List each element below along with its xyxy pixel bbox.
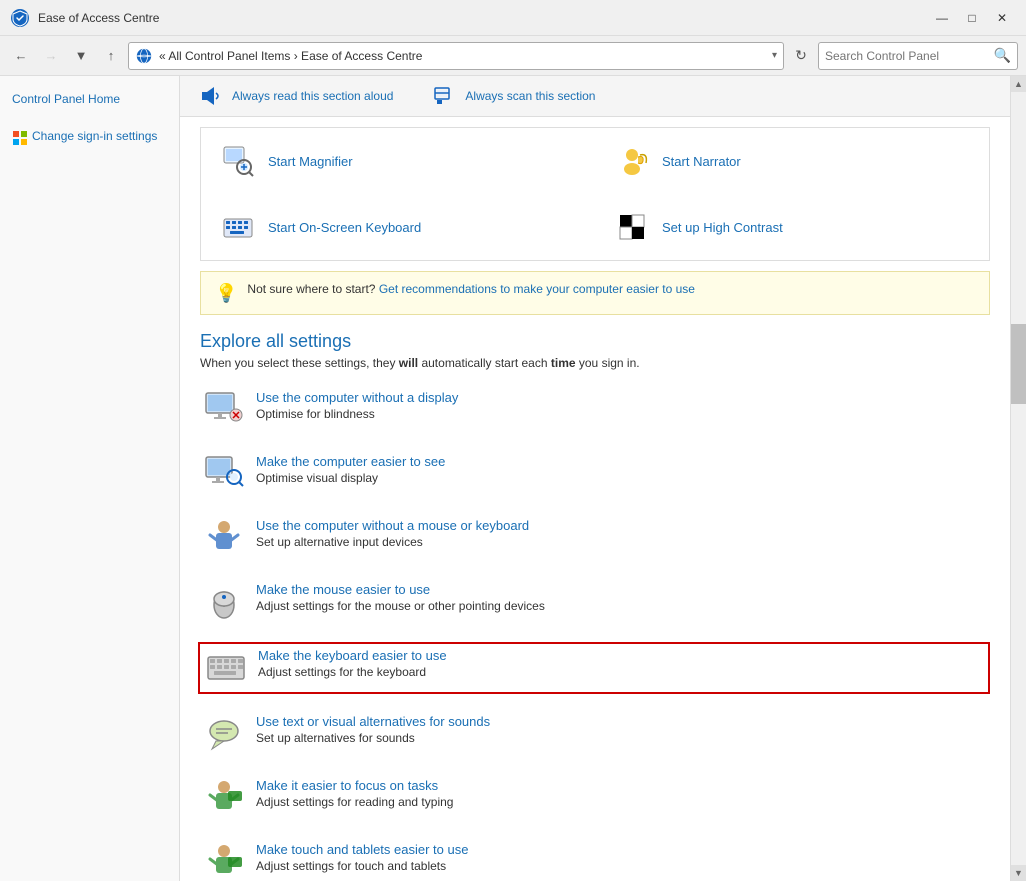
high-contrast-icon [612,207,652,247]
focus-tasks-desc: Adjust settings for reading and typing [256,795,453,809]
setting-touch-tablets-content: Make touch and tablets easier to use Adj… [256,842,468,873]
no-display-link[interactable]: Use the computer without a display [256,390,458,405]
setting-text-visual: Use text or visual alternatives for soun… [200,710,990,758]
start-magnifier-item[interactable]: Start Magnifier [201,128,595,194]
start-keyboard-label: Start On-Screen Keyboard [268,220,421,235]
keyboard-easier-link[interactable]: Make the keyboard easier to use [258,648,447,663]
explore-section: Explore all settings When you select the… [180,331,1010,881]
maximize-button[interactable]: □ [958,7,986,29]
scan-icon [433,84,457,108]
lightbulb-icon: 💡 [215,283,237,304]
keyboard-icon [218,207,258,247]
person-icon [204,518,244,558]
always-read-label: Always read this section aloud [232,89,393,103]
always-read-item[interactable]: Always read this section aloud [200,84,393,108]
nav-bar: ← → ▼ ↑ « All Control Panel Items › Ease… [0,36,1026,76]
mouse-easier-link[interactable]: Make the mouse easier to use [256,582,545,597]
setup-high-contrast-item[interactable]: Set up High Contrast [595,194,989,260]
scrollbar[interactable]: ▲ ▼ [1010,76,1026,881]
magnifier-icon [218,141,258,181]
text-visual-link[interactable]: Use text or visual alternatives for soun… [256,714,490,729]
setting-no-mouse: Use the computer without a mouse or keyb… [200,514,990,562]
setting-text-visual-content: Use text or visual alternatives for soun… [256,714,490,745]
scroll-track [1011,92,1026,865]
setting-touch-tablets: Make touch and tablets easier to use Adj… [200,838,990,881]
up-button[interactable]: ↑ [98,43,124,69]
top-section: Always read this section aloud Always sc… [180,76,1010,117]
scroll-up-button[interactable]: ▲ [1011,76,1026,92]
sidebar-item-control-panel-home[interactable]: Control Panel Home [0,88,179,110]
keyboard-easier-desc: Adjust settings for the keyboard [258,665,447,679]
setting-keyboard-easier: Make the keyboard easier to use Adjust s… [198,642,990,694]
search-bar: 🔍 [818,42,1018,70]
text-visual-desc: Set up alternatives for sounds [256,731,490,745]
setting-no-display-content: Use the computer without a display Optim… [256,390,458,421]
start-narrator-item[interactable]: Start Narrator [595,128,989,194]
speaker-icon [200,84,224,108]
windows-logo-icon [12,130,28,146]
explore-title: Explore all settings [200,331,990,352]
magnifier-search-icon [204,454,244,494]
setting-focus-tasks-content: Make it easier to focus on tasks Adjust … [256,778,453,809]
focus-tasks-link[interactable]: Make it easier to focus on tasks [256,778,453,793]
explore-subtitle: When you select these settings, they wil… [200,356,990,370]
title-bar-controls: — □ ✕ [928,7,1016,29]
monitor-icon [204,390,244,430]
setting-easier-to-see: Make the computer easier to see Optimise… [200,450,990,498]
title-bar-left: Ease of Access Centre [10,8,159,28]
app-icon [10,8,30,28]
content-area: Always read this section aloud Always sc… [180,76,1010,881]
start-magnifier-label: Start Magnifier [268,154,353,169]
address-bar: « All Control Panel Items › Ease of Acce… [128,42,784,70]
tip-box: 💡 Not sure where to start? Get recommend… [200,271,990,315]
setting-no-display: Use the computer without a display Optim… [200,386,990,434]
close-button[interactable]: ✕ [988,7,1016,29]
touch-tablets-link[interactable]: Make touch and tablets easier to use [256,842,468,857]
minimize-button[interactable]: — [928,7,956,29]
easier-to-see-desc: Optimise visual display [256,471,445,485]
scroll-thumb[interactable] [1011,324,1026,404]
touch-tablets-desc: Adjust settings for touch and tablets [256,859,468,873]
setting-keyboard-easier-content: Make the keyboard easier to use Adjust s… [258,648,447,679]
no-mouse-link[interactable]: Use the computer without a mouse or keyb… [256,518,529,533]
always-scan-item[interactable]: Always scan this section [433,84,595,108]
person-green-icon [204,778,244,818]
setting-easier-to-see-content: Make the computer easier to see Optimise… [256,454,445,485]
no-mouse-desc: Set up alternative input devices [256,535,529,549]
keyboard2-icon [206,648,246,688]
forward-button: → [38,43,64,69]
sidebar-item-change-signin[interactable]: Change sign-in settings [32,129,157,143]
narrator-icon [612,141,652,181]
search-input[interactable] [825,49,990,63]
sidebar: Control Panel Home Change sign-in settin… [0,76,180,881]
setting-mouse-easier: Make the mouse easier to use Adjust sett… [200,578,990,626]
setting-mouse-easier-content: Make the mouse easier to use Adjust sett… [256,582,545,613]
title-bar: Ease of Access Centre — □ ✕ [0,0,1026,36]
person-touch-icon [204,842,244,881]
mouse-easier-desc: Adjust settings for the mouse or other p… [256,599,545,613]
address-dropdown[interactable]: ▾ [772,50,777,61]
tip-text: Not sure where to start? Get recommendat… [247,282,695,296]
scroll-down-button[interactable]: ▼ [1011,865,1026,881]
refresh-button[interactable]: ↻ [788,43,814,69]
no-display-desc: Optimise for blindness [256,407,458,421]
recent-pages-button[interactable]: ▼ [68,43,94,69]
setup-high-contrast-label: Set up High Contrast [662,220,783,235]
setting-focus-tasks: Make it easier to focus on tasks Adjust … [200,774,990,822]
search-icon[interactable]: 🔍 [994,47,1011,64]
start-keyboard-item[interactable]: Start On-Screen Keyboard [201,194,595,260]
main-layout: Control Panel Home Change sign-in settin… [0,76,1026,881]
quick-panel: Start Magnifier Start Narrator [200,127,990,261]
start-narrator-label: Start Narrator [662,154,741,169]
back-button[interactable]: ← [8,43,34,69]
tip-link[interactable]: Get recommendations to make your compute… [379,282,695,296]
address-text: « All Control Panel Items › Ease of Acce… [159,49,766,63]
window-title: Ease of Access Centre [38,11,159,25]
always-scan-label: Always scan this section [465,89,595,103]
easier-to-see-link[interactable]: Make the computer easier to see [256,454,445,469]
mouse-icon [204,582,244,622]
speech-bubble-icon [204,714,244,754]
globe-icon [135,47,153,65]
setting-no-mouse-content: Use the computer without a mouse or keyb… [256,518,529,549]
